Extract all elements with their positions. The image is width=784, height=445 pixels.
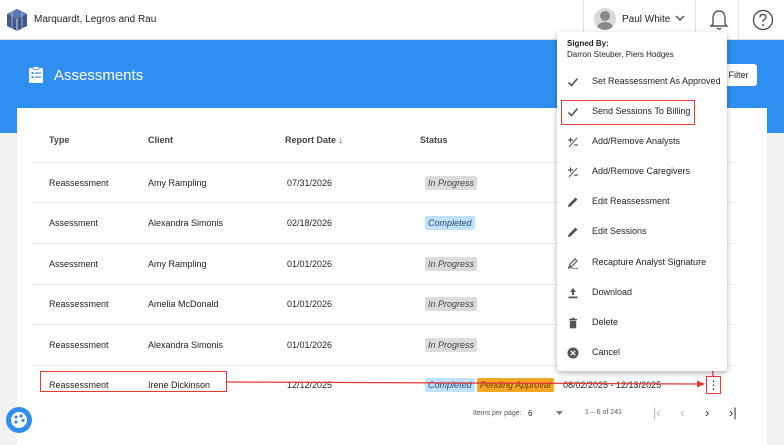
plus-minus-icon [568,137,578,148]
pencil-icon [568,197,578,207]
cancel-icon [567,347,579,359]
trash-icon [569,317,577,329]
menu-item-label: Add/Remove Caregivers [592,166,691,176]
menu-item-recapture-analyst-signature[interactable]: Recapture Analyst Signature [557,248,727,278]
menu-item-label: Recapture Analyst Signature [592,257,707,267]
prev-page-icon[interactable]: ‹ [680,405,684,420]
menu-item-set-reassessment-approved[interactable]: Set Reassessment As Approved [557,67,727,97]
menu-item-label: Edit Sessions [592,226,647,236]
pencil-icon [568,227,578,237]
next-page-icon[interactable]: › [705,405,709,420]
signature-icon [567,258,579,269]
menu-item-add-remove-analysts[interactable]: Add/Remove Analysts [557,127,727,157]
items-per-page-label: Items per page: [473,410,522,417]
floating-action-button[interactable] [6,407,32,433]
download-icon [568,288,578,299]
menu-item-label: Delete [592,317,619,327]
last-page-icon[interactable]: ›| [729,405,737,420]
palette-icon [11,412,27,428]
menu-item-delete[interactable]: Delete [557,308,727,338]
menu-item-add-remove-caregivers[interactable]: Add/Remove Caregivers [557,157,727,187]
signed-by-title: Signed By: [567,39,609,48]
menu-item-cancel[interactable]: Cancel [557,338,727,368]
menu-item-label: Set Reassessment As Approved [592,76,721,86]
menu-item-label: Add/Remove Analysts [592,136,681,146]
first-page-icon[interactable]: |‹ [653,405,661,420]
menu-item-edit-reassessment[interactable]: Edit Reassessment [557,187,727,217]
highlight-box [561,100,695,125]
menu-item-edit-sessions[interactable]: Edit Sessions [557,217,727,247]
menu-item-download[interactable]: Download [557,278,727,308]
items-per-page-select[interactable]: 6 [528,409,532,418]
signed-by-names: Darron Steuber, Piers Hodges [567,50,674,59]
pagination-range: 1 – 6 of 241 [585,409,622,416]
check-icon [567,77,579,87]
caret-down-icon[interactable] [556,411,563,416]
menu-item-label: Download [592,287,633,297]
plus-minus-icon [568,167,578,178]
menu-item-label: Cancel [592,347,621,357]
menu-item-label: Edit Reassessment [592,196,670,206]
row-actions-kebab-button[interactable]: ⋮ [706,376,721,394]
